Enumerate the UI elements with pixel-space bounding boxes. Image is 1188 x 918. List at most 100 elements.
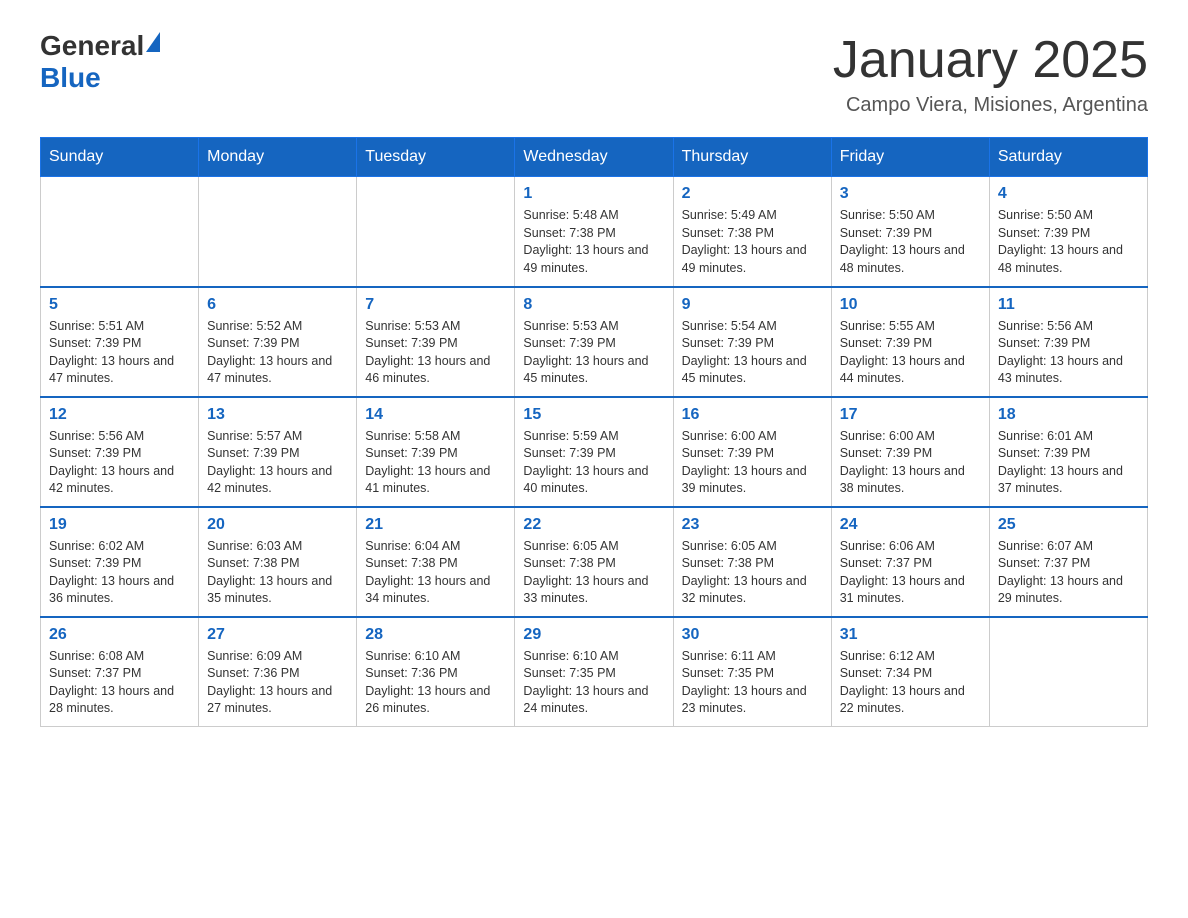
day-info: Sunrise: 6:08 AMSunset: 7:37 PMDaylight:… [49, 648, 190, 718]
day-info: Sunrise: 5:54 AMSunset: 7:39 PMDaylight:… [682, 318, 823, 388]
calendar-cell: 31 Sunrise: 6:12 AMSunset: 7:34 PMDayligh… [831, 617, 989, 727]
calendar-cell: 5 Sunrise: 5:51 AMSunset: 7:39 PMDaylight… [41, 287, 199, 397]
calendar-cell: 29 Sunrise: 6:10 AMSunset: 7:35 PMDayligh… [515, 617, 673, 727]
calendar-cell: 25 Sunrise: 6:07 AMSunset: 7:37 PMDayligh… [989, 507, 1147, 617]
day-number: 2 [682, 185, 823, 203]
day-number: 11 [998, 296, 1139, 314]
calendar-cell: 4 Sunrise: 5:50 AMSunset: 7:39 PMDaylight… [989, 177, 1147, 287]
day-number: 31 [840, 626, 981, 644]
day-number: 21 [365, 516, 506, 534]
calendar-cell: 15 Sunrise: 5:59 AMSunset: 7:39 PMDayligh… [515, 397, 673, 507]
calendar-cell: 17Sunrise: 6:00 AMSunset: 7:39 PMDayligh… [831, 397, 989, 507]
weekday-header-thursday: Thursday [673, 138, 831, 177]
day-info: Sunrise: 5:55 AMSunset: 7:39 PMDaylight:… [840, 318, 981, 388]
calendar-cell: 28 Sunrise: 6:10 AMSunset: 7:36 PMDayligh… [357, 617, 515, 727]
calendar-cell: 13Sunrise: 5:57 AMSunset: 7:39 PMDayligh… [199, 397, 357, 507]
week-row-3: 12 Sunrise: 5:56 AMSunset: 7:39 PMDayligh… [41, 397, 1148, 507]
day-number: 15 [523, 406, 664, 424]
day-info: Sunrise: 5:51 AMSunset: 7:39 PMDaylight:… [49, 318, 190, 388]
day-info: Sunrise: 5:53 AMSunset: 7:39 PMDaylight:… [523, 318, 664, 388]
day-number: 12 [49, 406, 190, 424]
day-number: 25 [998, 516, 1139, 534]
calendar-cell: 2 Sunrise: 5:49 AMSunset: 7:38 PMDaylight… [673, 177, 831, 287]
calendar-cell: 24 Sunrise: 6:06 AMSunset: 7:37 PMDayligh… [831, 507, 989, 617]
calendar-cell [989, 617, 1147, 727]
month-title: January 2025 [833, 30, 1148, 90]
day-number: 28 [365, 626, 506, 644]
day-info: Sunrise: 6:03 AMSunset: 7:38 PMDaylight:… [207, 538, 348, 608]
calendar-cell [357, 177, 515, 287]
day-number: 9 [682, 296, 823, 314]
day-info: Sunrise: 6:00 AMSunset: 7:39 PMDaylight:… [840, 428, 981, 498]
day-info: Sunrise: 5:49 AMSunset: 7:38 PMDaylight:… [682, 207, 823, 277]
day-info: Sunrise: 6:02 AMSunset: 7:39 PMDaylight:… [49, 538, 190, 608]
calendar-cell: 21Sunrise: 6:04 AMSunset: 7:38 PMDayligh… [357, 507, 515, 617]
title-area: January 2025 Campo Viera, Misiones, Arge… [833, 30, 1148, 117]
day-info: Sunrise: 5:56 AMSunset: 7:39 PMDaylight:… [998, 318, 1139, 388]
calendar-cell: 20 Sunrise: 6:03 AMSunset: 7:38 PMDayligh… [199, 507, 357, 617]
calendar-cell: 14Sunrise: 5:58 AMSunset: 7:39 PMDayligh… [357, 397, 515, 507]
calendar-cell: 26 Sunrise: 6:08 AMSunset: 7:37 PMDayligh… [41, 617, 199, 727]
calendar-cell: 3Sunrise: 5:50 AMSunset: 7:39 PMDaylight… [831, 177, 989, 287]
day-number: 7 [365, 296, 506, 314]
day-info: Sunrise: 5:50 AMSunset: 7:39 PMDaylight:… [998, 207, 1139, 277]
day-number: 19 [49, 516, 190, 534]
day-info: Sunrise: 6:10 AMSunset: 7:35 PMDaylight:… [523, 648, 664, 718]
day-number: 22 [523, 516, 664, 534]
day-number: 18 [998, 406, 1139, 424]
calendar-cell: 22 Sunrise: 6:05 AMSunset: 7:38 PMDayligh… [515, 507, 673, 617]
day-number: 29 [523, 626, 664, 644]
day-info: Sunrise: 6:12 AMSunset: 7:34 PMDaylight:… [840, 648, 981, 718]
day-info: Sunrise: 6:09 AMSunset: 7:36 PMDaylight:… [207, 648, 348, 718]
calendar-cell: 10Sunrise: 5:55 AMSunset: 7:39 PMDayligh… [831, 287, 989, 397]
calendar-cell: 23Sunrise: 6:05 AMSunset: 7:38 PMDayligh… [673, 507, 831, 617]
logo-block: General Blue [40, 30, 160, 94]
logo-blue-text: Blue [40, 62, 101, 93]
day-info: Sunrise: 5:50 AMSunset: 7:39 PMDaylight:… [840, 207, 981, 277]
calendar-cell: 27Sunrise: 6:09 AMSunset: 7:36 PMDayligh… [199, 617, 357, 727]
calendar-table: SundayMondayTuesdayWednesdayThursdayFrid… [40, 137, 1148, 727]
day-number: 24 [840, 516, 981, 534]
day-number: 1 [523, 185, 664, 203]
day-info: Sunrise: 6:11 AMSunset: 7:35 PMDaylight:… [682, 648, 823, 718]
calendar-cell: 9 Sunrise: 5:54 AMSunset: 7:39 PMDaylight… [673, 287, 831, 397]
day-info: Sunrise: 6:05 AMSunset: 7:38 PMDaylight:… [523, 538, 664, 608]
weekday-header-wednesday: Wednesday [515, 138, 673, 177]
logo-triangle-icon [146, 32, 160, 52]
calendar-cell [41, 177, 199, 287]
week-row-4: 19 Sunrise: 6:02 AMSunset: 7:39 PMDayligh… [41, 507, 1148, 617]
day-number: 5 [49, 296, 190, 314]
day-info: Sunrise: 6:06 AMSunset: 7:37 PMDaylight:… [840, 538, 981, 608]
day-number: 4 [998, 185, 1139, 203]
weekday-header-tuesday: Tuesday [357, 138, 515, 177]
calendar-cell: 8 Sunrise: 5:53 AMSunset: 7:39 PMDaylight… [515, 287, 673, 397]
day-number: 20 [207, 516, 348, 534]
day-info: Sunrise: 6:10 AMSunset: 7:36 PMDaylight:… [365, 648, 506, 718]
day-info: Sunrise: 6:01 AMSunset: 7:39 PMDaylight:… [998, 428, 1139, 498]
calendar-cell: 30Sunrise: 6:11 AMSunset: 7:35 PMDayligh… [673, 617, 831, 727]
calendar-body: 1Sunrise: 5:48 AMSunset: 7:38 PMDaylight… [41, 177, 1148, 727]
calendar-cell: 19 Sunrise: 6:02 AMSunset: 7:39 PMDayligh… [41, 507, 199, 617]
logo: General Blue [40, 30, 160, 94]
calendar-header: SundayMondayTuesdayWednesdayThursdayFrid… [41, 138, 1148, 177]
calendar-cell: 12 Sunrise: 5:56 AMSunset: 7:39 PMDayligh… [41, 397, 199, 507]
day-info: Sunrise: 5:56 AMSunset: 7:39 PMDaylight:… [49, 428, 190, 498]
weekday-header-saturday: Saturday [989, 138, 1147, 177]
calendar-cell: 18 Sunrise: 6:01 AMSunset: 7:39 PMDayligh… [989, 397, 1147, 507]
day-info: Sunrise: 6:07 AMSunset: 7:37 PMDaylight:… [998, 538, 1139, 608]
calendar-cell: 7Sunrise: 5:53 AMSunset: 7:39 PMDaylight… [357, 287, 515, 397]
day-number: 26 [49, 626, 190, 644]
header: General Blue January 2025 Campo Viera, M… [40, 30, 1148, 117]
day-number: 6 [207, 296, 348, 314]
day-number: 8 [523, 296, 664, 314]
day-info: Sunrise: 5:59 AMSunset: 7:39 PMDaylight:… [523, 428, 664, 498]
day-number: 16 [682, 406, 823, 424]
calendar-cell: 16Sunrise: 6:00 AMSunset: 7:39 PMDayligh… [673, 397, 831, 507]
weekday-header-monday: Monday [199, 138, 357, 177]
weekday-header-sunday: Sunday [41, 138, 199, 177]
day-info: Sunrise: 5:52 AMSunset: 7:39 PMDaylight:… [207, 318, 348, 388]
week-row-1: 1Sunrise: 5:48 AMSunset: 7:38 PMDaylight… [41, 177, 1148, 287]
day-info: Sunrise: 5:58 AMSunset: 7:39 PMDaylight:… [365, 428, 506, 498]
calendar-cell: 6 Sunrise: 5:52 AMSunset: 7:39 PMDaylight… [199, 287, 357, 397]
day-info: Sunrise: 6:05 AMSunset: 7:38 PMDaylight:… [682, 538, 823, 608]
